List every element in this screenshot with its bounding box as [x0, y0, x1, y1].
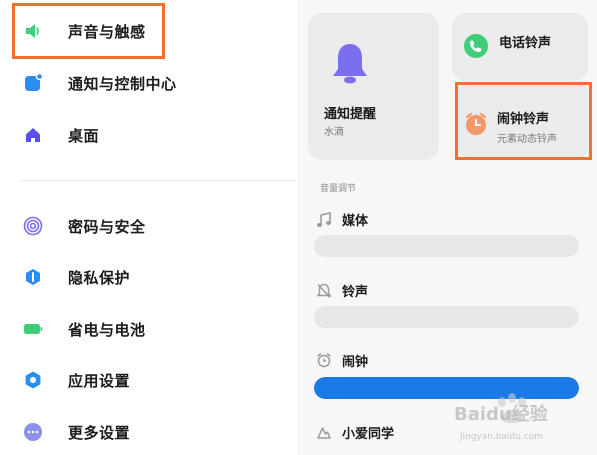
gear-icon — [23, 370, 43, 390]
card-subtitle: 水滴 — [324, 127, 344, 138]
bell-muted-icon — [316, 283, 332, 299]
settings-item-battery[interactable]: 省电与电池 — [0, 307, 298, 351]
bell-icon — [330, 41, 370, 85]
alarm-icon — [316, 352, 332, 368]
settings-item-apps[interactable]: 应用设置 — [0, 358, 298, 402]
privacy-shield-icon — [23, 267, 43, 287]
music-note-icon — [316, 212, 332, 228]
notification-sound-card[interactable]: 通知提醒 水滴 — [308, 13, 439, 160]
battery-icon — [23, 319, 43, 339]
card-title: 通知提醒 — [324, 107, 377, 122]
more-dots-icon — [23, 422, 43, 442]
notification-icon — [23, 73, 43, 93]
settings-item-notification[interactable]: 通知与控制中心 — [0, 61, 298, 105]
sound-settings-panel: 通知提醒 水滴 电话铃声 闹钟铃声 元素动态铃声 音量调节 媒体 铃声 闹钟 小… — [298, 0, 597, 455]
home-icon — [23, 125, 43, 145]
media-volume-slider[interactable] — [314, 235, 579, 257]
watermark-logo: Baidu经验 jingyan.baidu.com — [454, 392, 594, 452]
settings-item-label: 省电与电池 — [68, 320, 146, 339]
volume-label: 小爱同学 — [342, 427, 395, 442]
settings-item-label: 隐私保护 — [68, 268, 131, 287]
settings-item-label: 密码与安全 — [68, 217, 146, 236]
settings-sidebar: 声音与触感 通知与控制中心 桌面 密码与安全 隐私保护 省电与电池 应用设置 更… — [0, 0, 298, 455]
fingerprint-icon — [23, 216, 43, 236]
settings-item-privacy[interactable]: 隐私保护 — [0, 255, 298, 299]
highlight-box — [12, 3, 165, 59]
volume-section-label: 音量调节 — [320, 184, 357, 194]
highlight-box — [455, 82, 592, 160]
watermark-brand: Baidu经验 — [454, 404, 548, 425]
section-divider — [20, 180, 296, 181]
watermark-url: jingyan.baidu.com — [460, 432, 544, 442]
settings-item-desktop[interactable]: 桌面 — [0, 113, 298, 157]
xiaoai-icon — [316, 425, 332, 441]
settings-item-more[interactable]: 更多设置 — [0, 410, 298, 454]
phone-ringtone-card[interactable]: 电话铃声 — [452, 13, 588, 81]
volume-label: 闹钟 — [342, 355, 369, 370]
volume-label: 铃声 — [342, 285, 369, 300]
settings-item-label: 通知与控制中心 — [68, 74, 177, 93]
settings-item-label: 更多设置 — [68, 423, 131, 442]
settings-item-label: 桌面 — [68, 126, 100, 145]
settings-item-label: 应用设置 — [68, 371, 131, 390]
phone-icon — [463, 33, 489, 59]
card-title: 电话铃声 — [499, 36, 552, 51]
ringtone-volume-slider[interactable] — [314, 306, 579, 328]
volume-label: 媒体 — [342, 214, 369, 229]
settings-item-security[interactable]: 密码与安全 — [0, 204, 298, 248]
